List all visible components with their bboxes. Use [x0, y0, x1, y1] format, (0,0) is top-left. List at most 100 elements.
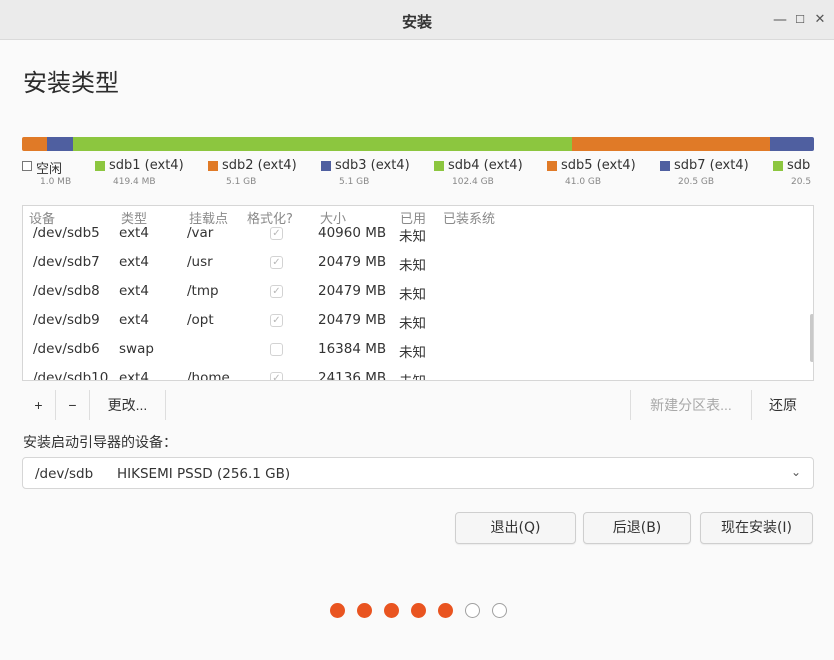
row-size: 20479 MB	[318, 312, 387, 328]
table-scrollbar[interactable]	[810, 314, 813, 362]
partition-table-body: /dev/sdb5 ext4/var 40960 MB 未知 ✓/dev/sdb7 ext…	[23, 218, 813, 381]
minimize-icon[interactable]: —	[770, 10, 790, 30]
format-checkbox[interactable]: ✓	[270, 227, 283, 240]
header-size[interactable]: 大小	[320, 208, 346, 227]
legend-swatch	[95, 161, 105, 171]
progress-dot	[438, 603, 453, 618]
row-device: /dev/sdb8	[33, 283, 100, 299]
row-size: 16384 MB	[318, 341, 387, 357]
add-partition-button[interactable]: +	[22, 390, 56, 420]
header-installed-system[interactable]: 已装系统	[443, 208, 495, 227]
legend-size: 5.1 GB	[226, 177, 257, 187]
partition-bar	[22, 137, 814, 151]
row-used: 未知	[399, 345, 426, 361]
progress-dot	[384, 603, 399, 618]
partition-bar-segment	[22, 137, 48, 151]
page-title: 安装类型	[23, 69, 119, 97]
table-row[interactable]: /dev/sdb10 ext4/home 24136 MB 未知 ✓	[23, 363, 813, 381]
back-button[interactable]: 后退(B)	[583, 512, 691, 544]
bootloader-device-select[interactable]: /dev/sdb HIKSEMI PSSD (256.1 GB) ⌄	[22, 457, 814, 489]
install-now-button[interactable]: 现在安装(I)	[700, 512, 813, 544]
partition-table-header: 设备 类型 挂载点 格式化? 大小 已用 已装系统	[23, 206, 813, 228]
window-title: 安装	[401, 13, 432, 31]
legend-size: 102.4 GB	[452, 177, 494, 187]
header-mount[interactable]: 挂载点	[189, 208, 228, 227]
row-type: ext4	[119, 370, 149, 381]
table-row[interactable]: /dev/sdb6 swap 16384 MB 未知	[23, 334, 813, 363]
partition-bar-segment	[770, 137, 814, 151]
row-mount: /home	[187, 370, 230, 381]
legend-size: 20.5	[791, 177, 812, 187]
header-type[interactable]: 类型	[121, 208, 147, 227]
row-mount: /opt	[187, 312, 214, 328]
row-type: swap	[119, 341, 154, 357]
row-mount: /tmp	[187, 283, 219, 299]
format-checkbox[interactable]: ✓	[270, 285, 283, 298]
legend-name: sdb2 (ext4)	[222, 158, 297, 173]
bootloader-device-path: /dev/sdb	[35, 466, 94, 482]
legend-size: 41.0 GB	[565, 177, 602, 187]
change-partition-button[interactable]: 更改...	[90, 390, 166, 420]
row-size: 20479 MB	[318, 254, 387, 270]
progress-dot	[330, 603, 345, 618]
bootloader-label: 安装启动引导器的设备：	[23, 435, 177, 451]
legend-size: 1.0 MB	[40, 177, 72, 187]
format-checkbox[interactable]: ✓	[270, 256, 283, 269]
close-icon[interactable]: ✕	[810, 10, 830, 30]
format-checkbox[interactable]: ✓	[270, 372, 283, 380]
legend-swatch	[208, 161, 218, 171]
progress-dot	[357, 603, 372, 618]
table-row[interactable]: /dev/sdb7 ext4/usr 20479 MB 未知 ✓	[23, 247, 813, 276]
row-used: 未知	[399, 287, 426, 303]
quit-button[interactable]: 退出(Q)	[455, 512, 576, 544]
legend-swatch	[321, 161, 331, 171]
legend-name: sdb7 (ext4)	[674, 158, 749, 173]
legend-name: sdb5 (ext4)	[561, 158, 636, 173]
bootloader-disk-name: HIKSEMI PSSD (256.1 GB)	[117, 466, 291, 482]
chevron-down-icon: ⌄	[790, 465, 801, 479]
row-size: 20479 MB	[318, 283, 387, 299]
format-checkbox[interactable]: ✓	[270, 314, 283, 327]
partition-table[interactable]: /dev/sdb5 ext4/var 40960 MB 未知 ✓/dev/sdb7 ext…	[22, 205, 814, 381]
partition-legend: 空闲 1.0 MB sdb1 (ext4) 419.4 MB sdb2 (ext4) 5.…	[22, 158, 834, 192]
header-format[interactable]: 格式化?	[247, 208, 293, 227]
title-bar: 安装 — ☐ ✕	[0, 0, 834, 40]
legend-size: 419.4 MB	[113, 177, 156, 187]
partition-bar-segment	[47, 137, 74, 151]
row-device: /dev/sdb7	[33, 254, 100, 270]
progress-dot	[492, 603, 507, 618]
format-checkbox[interactable]	[270, 343, 283, 356]
legend-name: sdb1 (ext4)	[109, 158, 184, 173]
row-used: 未知	[399, 229, 426, 245]
legend-swatch	[660, 161, 670, 171]
new-partition-table-button[interactable]: 新建分区表...	[630, 390, 752, 420]
legend-name: 空闲	[36, 162, 63, 177]
header-used[interactable]: 已用	[400, 208, 426, 227]
legend-name: sdb3 (ext4)	[335, 158, 410, 173]
row-type: ext4	[119, 254, 149, 270]
legend-size: 20.5 GB	[678, 177, 715, 187]
row-size: 24136 MB	[318, 370, 387, 381]
legend-size: 5.1 GB	[339, 177, 370, 187]
row-used: 未知	[399, 316, 426, 332]
remove-partition-button[interactable]: −	[56, 390, 90, 420]
legend-name: sdb	[787, 158, 811, 173]
row-device: /dev/sdb6	[33, 341, 100, 357]
row-device: /dev/sdb9	[33, 312, 100, 328]
row-device: /dev/sdb10	[33, 370, 109, 381]
progress-dot	[411, 603, 426, 618]
progress-dots	[330, 603, 510, 619]
legend-swatch	[22, 161, 32, 171]
legend-swatch	[547, 161, 557, 171]
row-used: 未知	[399, 370, 426, 380]
progress-dot	[465, 603, 480, 618]
header-device[interactable]: 设备	[29, 208, 55, 227]
partition-bar-segment	[572, 137, 771, 151]
table-row[interactable]: /dev/sdb8 ext4/tmp 20479 MB 未知 ✓	[23, 276, 813, 305]
revert-button[interactable]: 还原	[752, 390, 814, 420]
table-row[interactable]: /dev/sdb9 ext4/opt 20479 MB 未知 ✓	[23, 305, 813, 334]
legend-name: sdb4 (ext4)	[448, 158, 523, 173]
legend-swatch	[434, 161, 444, 171]
partition-bar-segment	[73, 137, 573, 151]
maximize-icon[interactable]: ☐	[790, 10, 810, 30]
